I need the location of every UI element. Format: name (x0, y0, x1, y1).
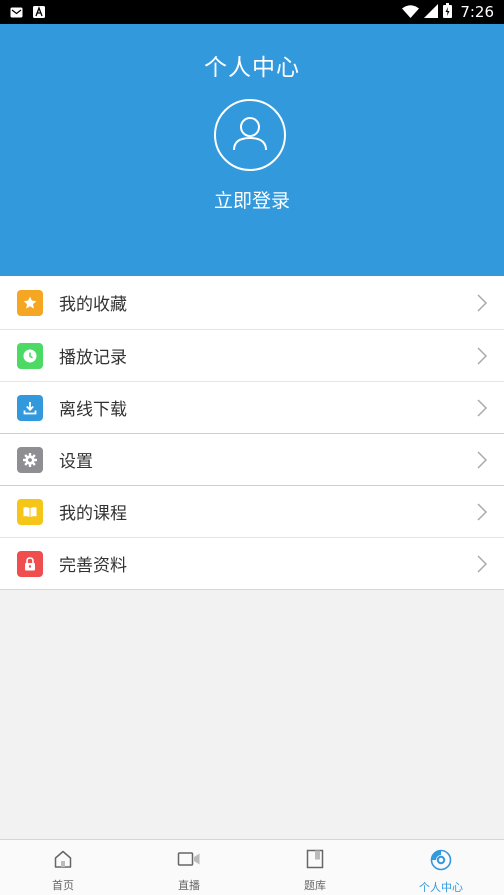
menu-item-label: 播放记录 (59, 348, 127, 368)
login-link[interactable]: 立即登录 (0, 186, 504, 213)
menu-item-label: 完善资料 (59, 556, 127, 576)
menu-item-label: 设置 (59, 452, 93, 472)
status-bar: 7:26 (0, 0, 504, 24)
menu-item-label: 离线下载 (59, 400, 127, 420)
profile-menu-list: 我的收藏 播放记录 离线下载 设置 我的课程 完善资料 (0, 276, 504, 590)
tab-profile[interactable]: 个人中心 (378, 840, 504, 895)
question-bank-icon (305, 849, 325, 873)
gear-icon (17, 446, 43, 473)
chevron-right-icon (476, 346, 488, 370)
menu-item-play-history[interactable]: 播放记录 (0, 329, 504, 381)
chevron-right-icon (476, 450, 488, 474)
app-notification-icon (33, 3, 45, 22)
bottom-tab-bar: 首页 直播 题库 个人中心 (0, 839, 504, 895)
menu-item-complete-profile[interactable]: 完善资料 (0, 537, 504, 589)
book-icon (17, 498, 43, 525)
tab-question-bank[interactable]: 题库 (252, 840, 378, 895)
lock-icon (17, 550, 43, 577)
chevron-right-icon (476, 554, 488, 578)
home-icon (53, 849, 73, 873)
menu-item-my-courses[interactable]: 我的课程 (0, 485, 504, 537)
profile-header: 个人中心 立即登录 (0, 24, 504, 276)
tab-home[interactable]: 首页 (0, 840, 126, 895)
menu-item-label: 我的收藏 (59, 295, 127, 315)
signal-icon (424, 3, 439, 22)
tab-label: 个人中心 (419, 881, 463, 894)
user-avatar-icon[interactable] (214, 99, 286, 171)
status-bar-left (10, 3, 45, 22)
page-title: 个人中心 (204, 55, 300, 81)
profile-disc-icon (430, 849, 452, 875)
menu-item-label: 我的课程 (59, 504, 127, 524)
menu-item-offline-download[interactable]: 离线下载 (0, 381, 504, 433)
clock-icon (17, 342, 43, 369)
chevron-right-icon (476, 398, 488, 422)
wifi-icon (402, 3, 420, 22)
battery-icon (443, 2, 453, 22)
status-bar-right: 7:26 (402, 2, 494, 22)
star-icon (17, 289, 43, 316)
video-camera-icon (177, 849, 201, 873)
tab-label: 首页 (52, 879, 74, 892)
menu-item-settings[interactable]: 设置 (0, 433, 504, 485)
tab-label: 题库 (304, 879, 326, 892)
chevron-right-icon (476, 293, 488, 317)
download-icon (17, 394, 43, 421)
tab-label: 直播 (178, 879, 200, 892)
status-time: 7:26 (460, 3, 494, 21)
tab-live[interactable]: 直播 (126, 840, 252, 895)
menu-item-favorites[interactable]: 我的收藏 (0, 276, 504, 329)
mail-icon (10, 3, 23, 22)
chevron-right-icon (476, 502, 488, 526)
